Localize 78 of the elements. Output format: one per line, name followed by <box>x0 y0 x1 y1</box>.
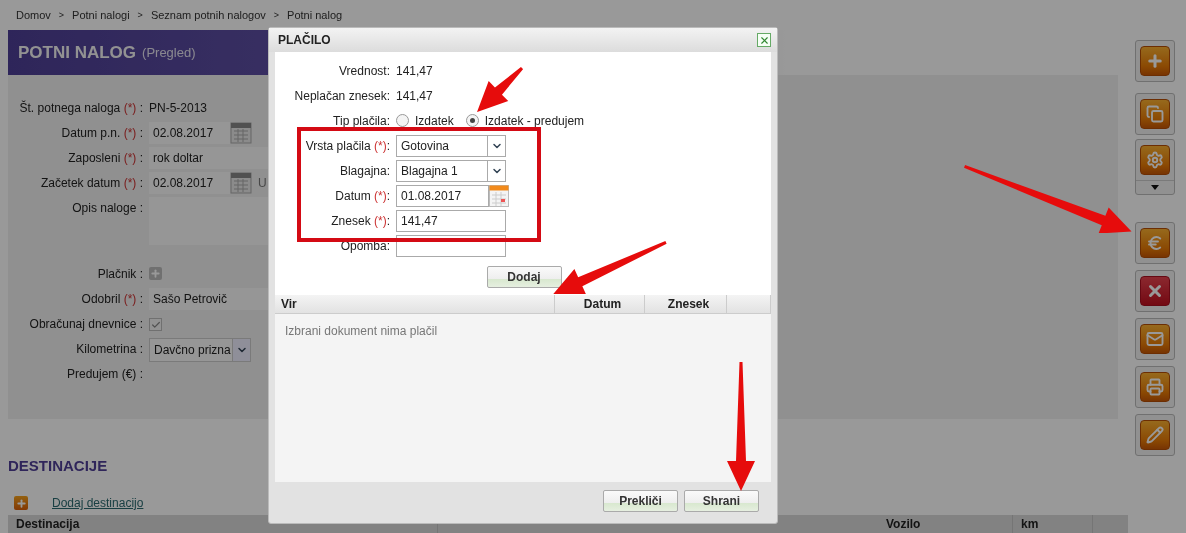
breadcrumb-link[interactable]: Domov <box>16 9 51 21</box>
toolbar-button[interactable] <box>1135 222 1175 264</box>
arrow <box>477 66 524 112</box>
toolbar-button[interactable] <box>1135 414 1175 456</box>
toolbar-button[interactable] <box>1135 93 1175 135</box>
toolbar-button[interactable] <box>1135 318 1175 360</box>
input-field[interactable]: 141,47 <box>396 209 506 232</box>
field-label: Predujem (€) : <box>65 366 143 383</box>
field-value: 141,47 <box>396 63 434 78</box>
radio-button[interactable] <box>465 114 479 127</box>
breadcrumb-separator: > <box>58 10 65 20</box>
envelope-icon <box>1146 330 1164 348</box>
close-icon <box>1146 282 1164 300</box>
toolbar-button[interactable] <box>1135 40 1175 82</box>
date-field[interactable]: 02.08.2017 <box>149 122 230 144</box>
date-field[interactable]: 01.08.2017 <box>396 184 489 207</box>
save-button[interactable]: Shrani <box>684 490 759 512</box>
field-label: Vrsta plačila (*): <box>304 138 390 153</box>
plus-icon[interactable] <box>14 496 28 510</box>
select-field[interactable]: Davčno prizna <box>149 338 251 362</box>
caret-icon <box>1151 185 1159 190</box>
radio-option[interactable]: Izdatek - predujem <box>465 113 585 128</box>
add-button[interactable]: Dodaj <box>486 266 562 288</box>
close-button[interactable] <box>757 33 771 47</box>
column-header[interactable]: Znesek <box>645 295 727 313</box>
section-title: DESTINACIJE <box>8 457 109 476</box>
radio-button[interactable] <box>396 114 409 127</box>
euro-icon <box>1146 234 1164 252</box>
field-label: Blagajna: <box>338 163 390 178</box>
gear-icon <box>1146 151 1164 169</box>
copy-icon <box>1146 105 1164 123</box>
field-label: Tip plačila: <box>332 113 390 128</box>
plus-icon <box>1146 52 1164 70</box>
field-label: U <box>258 175 267 192</box>
add-destination-link[interactable]: Dodaj destinacijo <box>52 496 144 510</box>
empty-message: Izbrani dokument nima plačil <box>285 324 439 338</box>
select-field[interactable]: Gotovina <box>396 134 506 157</box>
breadcrumb-separator: > <box>137 10 143 20</box>
checkbox[interactable] <box>149 318 162 331</box>
calendar-icon[interactable] <box>230 122 252 144</box>
field-label: Znesek (*): <box>330 213 390 228</box>
pencil-icon <box>1146 426 1164 444</box>
field-value: 141,47 <box>396 88 434 103</box>
toolbar-button[interactable] <box>1135 366 1175 408</box>
field-label: Kilometrina : <box>75 341 143 358</box>
field-label: Vrednost: <box>338 63 390 78</box>
field-label: Datum (*): <box>334 188 390 203</box>
close-icon <box>758 34 770 46</box>
breadcrumb-link[interactable]: Potni nalogi <box>72 9 130 21</box>
page-subtitle: (Pregled) <box>142 45 196 60</box>
field-label: Opis naloge : <box>71 200 143 217</box>
toolbar-button[interactable] <box>1135 270 1175 312</box>
radio-option[interactable]: Izdatek <box>396 113 454 128</box>
field-label: Zaposleni (*) : <box>67 150 143 167</box>
field-label: Opomba: <box>339 238 390 253</box>
toolbar-button[interactable] <box>1135 139 1175 195</box>
date-field[interactable]: 02.08.2017 <box>149 172 230 194</box>
field-label: Odobril (*) : <box>80 291 143 308</box>
page-title: POTNI NALOG <box>18 42 137 63</box>
breadcrumb-link[interactable]: Seznam potnih nalogov <box>150 9 266 21</box>
calendar-icon[interactable] <box>230 172 252 194</box>
field-label: Plačnik : <box>96 266 143 283</box>
select-field[interactable]: Blagajna 1 <box>396 159 506 182</box>
field-label: Datum p.n. (*) : <box>60 125 143 142</box>
column-header[interactable]: Vir <box>275 295 555 313</box>
field-label: Št. potnega naloga (*) : <box>18 99 143 117</box>
column-header[interactable]: Vozilo <box>878 515 1013 533</box>
breadcrumb-link[interactable]: Potni nalog <box>287 9 343 21</box>
cancel-button[interactable]: Prekliči <box>603 490 678 512</box>
field-label: Obračunaj dnevnice : <box>28 316 143 333</box>
printer-icon <box>1146 378 1164 396</box>
calendar-icon[interactable] <box>489 184 509 207</box>
column-header[interactable]: km <box>1013 515 1093 533</box>
column-header[interactable]: Datum <box>555 295 645 313</box>
breadcrumb-separator: > <box>273 10 280 20</box>
field-label: Začetek datum (*) : <box>39 175 143 192</box>
dialog-title: PLAČILO <box>278 33 331 47</box>
field-label: Neplačan znesek: <box>293 88 390 103</box>
